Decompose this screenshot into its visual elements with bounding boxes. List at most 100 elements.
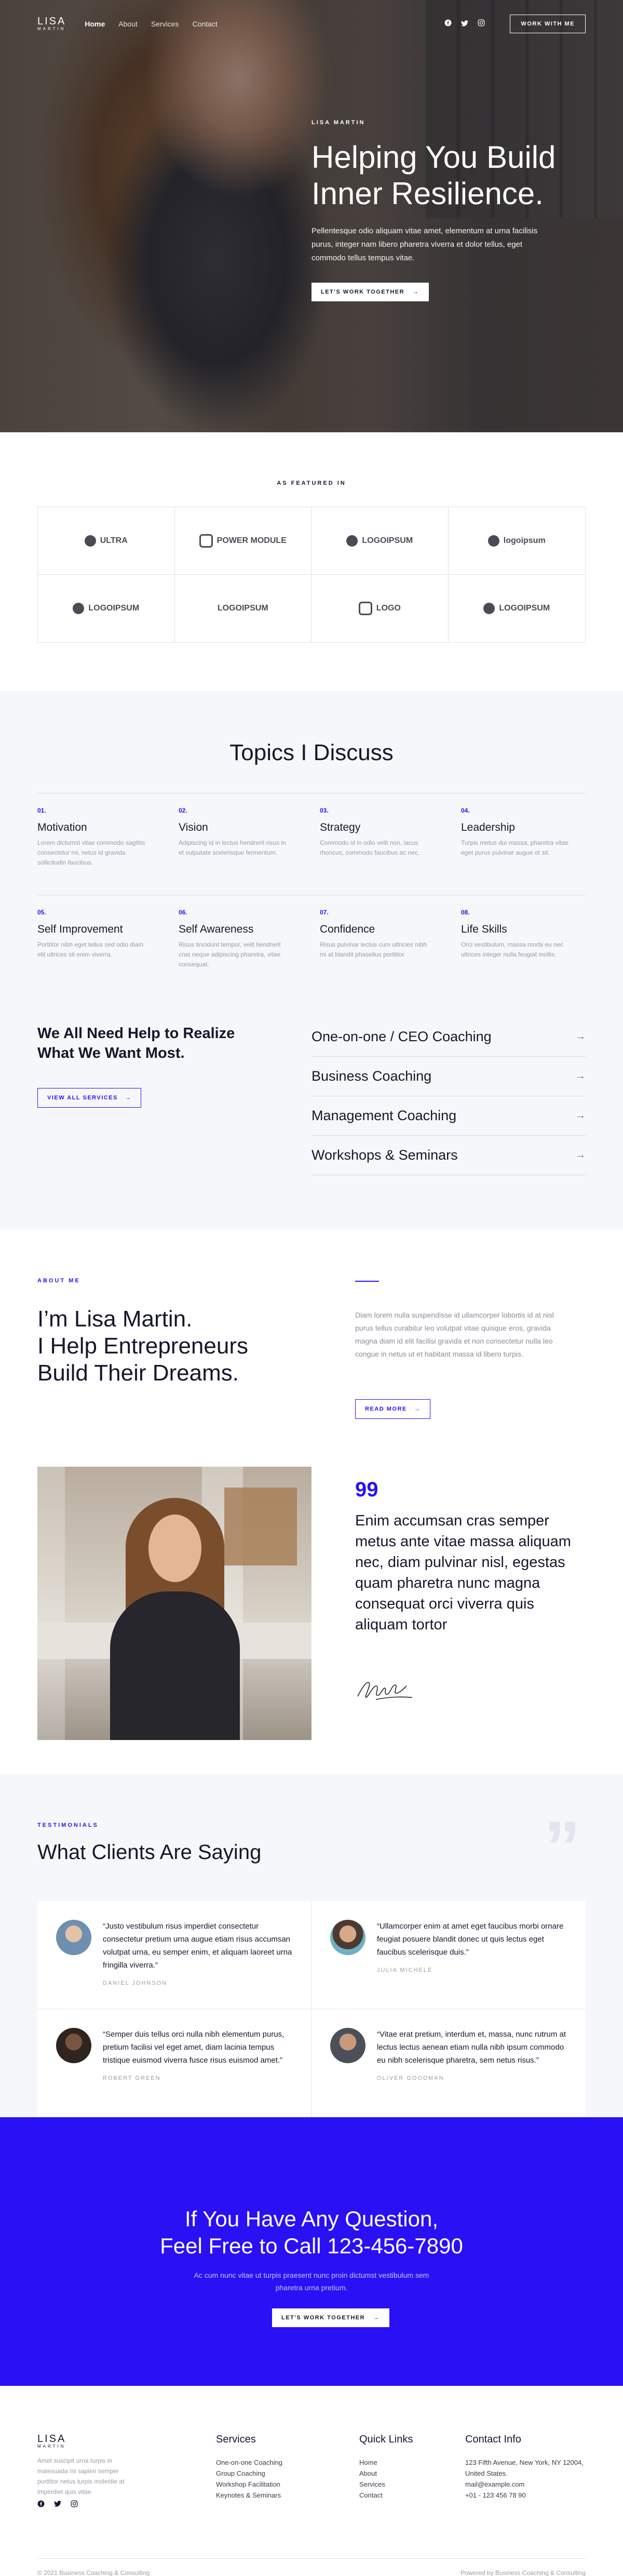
cta-section: If You Have Any Question, Feel Free to C… — [0, 2117, 623, 2386]
laurel-logo-icon — [84, 535, 96, 547]
featured-logo: LOGO — [312, 575, 449, 642]
featured-logos-grid: ULTRA POWER MODULE LOGOIPSUM logoipsum L… — [37, 507, 586, 643]
topics-row-2: 05. Self Improvement Porttitor nibh eget… — [37, 895, 586, 970]
nav-menu: Home About Services Contact — [85, 20, 217, 28]
service-link[interactable]: Workshops & Seminars → — [312, 1136, 586, 1175]
twitter-icon[interactable] — [54, 2500, 61, 2509]
view-all-services-button[interactable]: VIEW ALL SERVICES → — [37, 1088, 142, 1108]
social-links — [444, 19, 485, 29]
top-nav: LISA MARTIN Home About Services Contact … — [0, 0, 623, 48]
service-link[interactable]: Management Coaching → — [312, 1096, 586, 1136]
dots-logo-icon — [487, 535, 499, 547]
footer-services-column: Services One-on-one Coaching Group Coach… — [216, 2434, 282, 2501]
topics-title: Topics I Discuss — [229, 740, 394, 765]
qc-logo-icon — [199, 534, 213, 548]
topic-card: 03. Strategy Commodo id in odio velit no… — [320, 807, 420, 856]
arrow-right-icon: → — [575, 1110, 586, 1121]
cta-button[interactable]: LET'S WORK TOGETHER → — [272, 2308, 389, 2327]
topic-card: 01. Motivation Lorem dictumst vitae comm… — [37, 807, 145, 866]
footer-link[interactable]: Keynotes & Seminars — [216, 2490, 282, 2501]
help-block: We All Need Help to Realize What We Want… — [37, 1024, 266, 1108]
footer-link[interactable]: Group Coaching — [216, 2468, 282, 2479]
arrow-right-icon: → — [575, 1149, 586, 1161]
footer-link[interactable]: Services — [359, 2479, 413, 2490]
footer-logo[interactable]: LISA MARTIN — [37, 2434, 66, 2449]
footer-social-links — [37, 2500, 78, 2509]
topic-card: 06. Self Awareness Risus tincidunt tempo… — [179, 909, 281, 968]
hero-kicker: LISA MARTIN — [312, 119, 365, 126]
about-section: ABOUT ME I’m Lisa Martin. I Help Entrepr… — [0, 1230, 623, 1774]
footer-contact-column: Contact Info 123 Fifth Avenue, New York,… — [465, 2434, 586, 2501]
service-link[interactable]: One-on-one / CEO Coaching → — [312, 1017, 586, 1057]
about-bio: Diam lorem nulla suspendisse id ullamcor… — [355, 1311, 554, 1358]
arrow-right-icon: → — [575, 1031, 586, 1042]
twitter-icon[interactable] — [461, 20, 469, 29]
instagram-icon[interactable] — [71, 2500, 78, 2509]
work-with-me-button[interactable]: WORK WITH ME — [510, 15, 586, 33]
leaf-logo-icon — [73, 603, 85, 614]
arrow-right-icon: → — [125, 1095, 132, 1101]
footer-link[interactable]: Workshop Facilitation — [216, 2479, 282, 2490]
arrow-right-icon: → — [373, 2315, 380, 2321]
footer-phone[interactable]: +01 - 123 456 78 90 — [465, 2490, 586, 2501]
featured-logo: ULTRA — [38, 507, 175, 575]
about-title: I’m Lisa Martin. I Help Entrepreneurs Bu… — [37, 1306, 248, 1386]
testimonial-card: “Ullamcorper enim at amet eget faucibus … — [312, 1901, 586, 2009]
facebook-icon[interactable] — [444, 19, 452, 29]
topics-row-1: 01. Motivation Lorem dictumst vitae comm… — [37, 793, 586, 868]
testimonials-title: What Clients Are Saying — [37, 1841, 262, 1864]
read-more-button[interactable]: READ MORE → — [355, 1399, 431, 1419]
site-logo[interactable]: LISA MARTIN — [37, 16, 66, 32]
copyright: © 2021 Business Coaching & Consulting — [37, 2569, 150, 2576]
testimonial-card: “Vitae erat pretium, interdum et, massa,… — [312, 2009, 586, 2117]
help-title: We All Need Help to Realize What We Want… — [37, 1025, 235, 1061]
testimonials-kicker: TESTIMONIALS — [37, 1822, 99, 1828]
featured-logo: LOGOIPSUM — [449, 575, 586, 642]
footer-link[interactable]: Home — [359, 2457, 413, 2468]
arrow-right-icon: → — [413, 289, 419, 295]
topic-card: 05. Self Improvement Porttitor nibh eget… — [37, 909, 144, 958]
avatar — [56, 1920, 91, 1955]
footer-email[interactable]: mail@example.com — [465, 2479, 586, 2490]
hero-title: Helping You Build Inner Resilience. — [312, 140, 556, 211]
square-logo-icon — [358, 602, 372, 615]
topic-card: 02. Vision Adipiscing id in lectus hendr… — [179, 807, 286, 856]
instagram-icon[interactable] — [478, 19, 485, 29]
site-footer: LISA MARTIN Amet suscipit urna turpis in… — [0, 2386, 623, 2576]
powered-by: Powered by Business Coaching & Consultin… — [461, 2569, 586, 2576]
nav-link-contact[interactable]: Contact — [193, 20, 218, 28]
featured-label: AS FEATURED IN — [277, 480, 346, 486]
quote-icon: 99 — [355, 1478, 378, 1501]
large-quote-icon: ” — [544, 1806, 580, 1888]
accent-divider — [355, 1281, 379, 1282]
hero-content: LISA MARTIN Helping You Build Inner Resi… — [312, 119, 592, 301]
footer-link[interactable]: One-on-one Coaching — [216, 2457, 282, 2468]
hero-section: LISA MARTIN Home About Services Contact … — [0, 0, 623, 432]
featured-logo: POWER MODULE — [174, 507, 312, 575]
footer-link[interactable]: About — [359, 2468, 413, 2479]
about-photo — [37, 1467, 312, 1740]
nav-link-about[interactable]: About — [118, 20, 138, 28]
nav-link-services[interactable]: Services — [151, 20, 179, 28]
cta-title: If You Have Any Question, Feel Free to C… — [160, 2207, 463, 2258]
service-link[interactable]: Business Coaching → — [312, 1057, 586, 1096]
hero-cta-button[interactable]: LET'S WORK TOGETHER → — [312, 283, 429, 301]
topic-card: 04. Leadership Turpis metus dui massa, p… — [461, 807, 568, 856]
services-list: One-on-one / CEO Coaching → Business Coac… — [312, 1017, 586, 1175]
signature-image — [355, 1677, 417, 1707]
footer-bottom-bar: © 2021 Business Coaching & Consulting Po… — [37, 2558, 586, 2576]
footer-quick-links-column: Quick Links Home About Services Contact — [359, 2434, 413, 2501]
cta-text: Ac cum nunc vitae ut turpis praesent nun… — [194, 2271, 429, 2292]
featured-logo: LOGOIPSUM — [38, 575, 175, 642]
testimonials-section: TESTIMONIALS What Clients Are Saying ” “… — [0, 1774, 623, 2117]
testimonial-card: “Semper duis tellus orci nulla nibh elem… — [37, 2009, 312, 2117]
avatar — [330, 1920, 365, 1955]
arrow-right-icon: → — [414, 1406, 421, 1412]
facebook-icon[interactable] — [37, 2500, 45, 2509]
featured-section: AS FEATURED IN ULTRA POWER MODULE LOGOIP… — [0, 432, 623, 691]
footer-link[interactable]: Contact — [359, 2490, 413, 2501]
nav-link-home[interactable]: Home — [85, 20, 105, 28]
ring-logo-icon — [346, 535, 358, 547]
arrow-right-icon: → — [575, 1070, 586, 1082]
hero-text: Pellentesque odio aliquam vitae amet, el… — [312, 227, 538, 262]
